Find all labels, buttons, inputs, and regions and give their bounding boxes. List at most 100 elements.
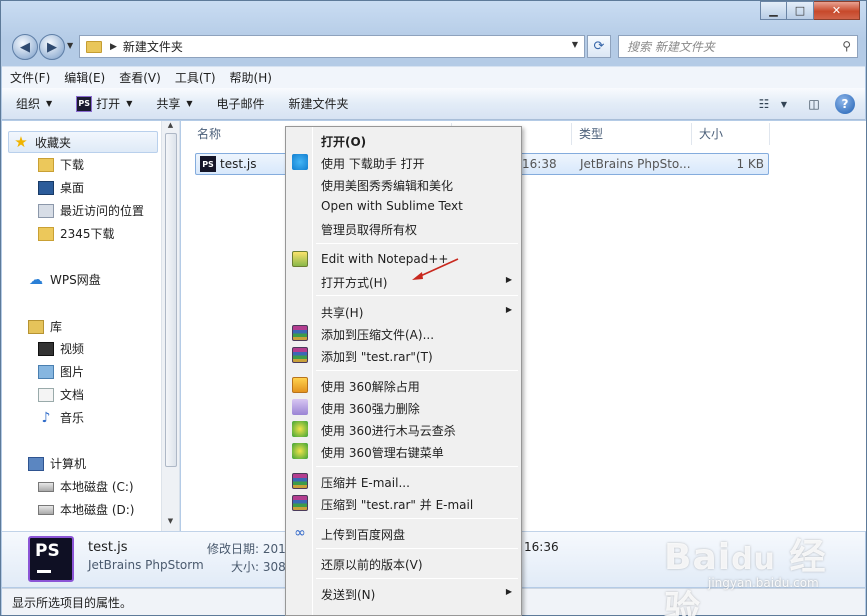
address-dropdown-icon[interactable]: ▼ xyxy=(572,40,578,49)
nav-pictures[interactable]: 图片 xyxy=(38,363,84,380)
breadcrumb-folder[interactable]: 新建文件夹 xyxy=(123,38,183,55)
menu-item-restore-versions[interactable]: 还原以前的版本(V) xyxy=(288,552,520,574)
drive-icon xyxy=(38,481,54,492)
menu-item-label: 添加到压缩文件(A)... xyxy=(321,328,435,342)
minimize-button[interactable]: ▁ xyxy=(760,1,787,20)
new-folder-button[interactable]: 新建文件夹 xyxy=(289,95,349,112)
nav-label: 下载 xyxy=(60,158,85,172)
nav-label: 最近访问的位置 xyxy=(60,204,145,218)
nav-2345-downloads[interactable]: 2345下载 xyxy=(38,225,115,242)
search-input[interactable]: 搜索 新建文件夹 ⚲ xyxy=(618,35,858,58)
menu-item-360-delete[interactable]: 使用 360强力删除 xyxy=(288,396,520,418)
details-size: 大小: 308 xyxy=(231,560,286,574)
menu-tools[interactable]: 工具(T) xyxy=(175,69,216,86)
nav-downloads[interactable]: 下载 xyxy=(38,156,84,173)
nav-favorites[interactable]: ★ 收藏夹 xyxy=(8,131,158,153)
nav-documents[interactable]: 文档 xyxy=(38,386,84,403)
winrar-icon xyxy=(292,495,308,511)
view-options-icon[interactable]: ☷ xyxy=(755,95,773,113)
menu-item-open-with[interactable]: 打开方式(H) ▶ xyxy=(288,270,520,292)
menu-item-360-unlock[interactable]: 使用 360解除占用 xyxy=(288,374,520,396)
open-button[interactable]: PS 打开 ▼ xyxy=(76,95,132,112)
360-shredder-icon xyxy=(292,399,308,415)
nav-scrollbar[interactable]: ▲ ▼ xyxy=(161,121,179,531)
preview-pane-icon[interactable]: ◫ xyxy=(805,95,823,113)
search-icon[interactable]: ⚲ xyxy=(842,39,851,53)
nav-library[interactable]: 库 xyxy=(28,318,62,335)
menu-item-baidu-upload[interactable]: ∞ 上传到百度网盘 xyxy=(288,522,520,544)
recent-pages-dropdown[interactable]: ▼ xyxy=(67,41,73,50)
menu-item-label: 还原以前的版本(V) xyxy=(321,558,423,572)
email-button[interactable]: 电子邮件 xyxy=(217,95,265,112)
menu-item-notepad[interactable]: Edit with Notepad++ xyxy=(288,248,520,270)
nav-music[interactable]: ♪ 音乐 xyxy=(38,409,84,426)
menu-item-send-to[interactable]: 发送到(N) ▶ xyxy=(288,582,520,604)
file-name: test.js xyxy=(220,157,257,171)
nav-wps-cloud[interactable]: ☁ WPS网盘 xyxy=(28,271,101,288)
menu-item-label: 使用美图秀秀编辑和美化 xyxy=(321,179,454,193)
annotation-arrow-icon xyxy=(412,258,459,280)
nav-videos[interactable]: 视频 xyxy=(38,340,84,357)
scroll-down-icon[interactable]: ▼ xyxy=(162,517,179,531)
organize-button[interactable]: 组织 ▼ xyxy=(16,95,52,112)
menu-item-label: 上传到百度网盘 xyxy=(321,528,406,542)
menu-item-label: 管理员取得所有权 xyxy=(321,223,418,237)
breadcrumb-chevron-icon[interactable]: ▶ xyxy=(110,42,117,52)
menu-item-360-scan[interactable]: 使用 360进行木马云查杀 xyxy=(288,418,520,440)
menu-item-meitu[interactable]: 使用美图秀秀编辑和美化 xyxy=(288,173,520,195)
scroll-thumb[interactable] xyxy=(165,133,177,467)
nav-label: WPS网盘 xyxy=(50,273,101,287)
phpstorm-icon: PS xyxy=(200,156,216,172)
menu-edit[interactable]: 编辑(E) xyxy=(64,69,105,86)
menu-item-share[interactable]: 共享(H) ▶ xyxy=(288,300,520,322)
share-label: 共享 xyxy=(156,97,181,111)
close-button[interactable]: ✕ xyxy=(814,1,860,20)
nav-drive-d[interactable]: 本地磁盘 (D:) xyxy=(38,501,134,518)
menu-view[interactable]: 查看(V) xyxy=(119,69,161,86)
column-header-size[interactable]: 大小 xyxy=(699,125,723,142)
360-security-icon xyxy=(292,443,308,459)
menu-item-360-menu[interactable]: 使用 360管理右键菜单 xyxy=(288,440,520,462)
menu-item-zip-email[interactable]: 压缩并 E-mail... xyxy=(288,470,520,492)
maximize-button[interactable]: □ xyxy=(787,1,814,20)
forward-button[interactable]: ▶ xyxy=(39,34,65,60)
caption-buttons: ▁ □ ✕ xyxy=(760,1,860,20)
winrar-icon xyxy=(292,473,308,489)
column-header-name[interactable]: 名称 xyxy=(197,125,221,142)
column-separator[interactable] xyxy=(571,123,572,145)
menu-item-label: Open with Sublime Text xyxy=(321,199,463,213)
column-separator[interactable] xyxy=(691,123,692,145)
menu-item-add-rar[interactable]: 添加到 "test.rar"(T) xyxy=(288,344,520,366)
menu-item-label: 使用 下载助手 打开 xyxy=(321,157,425,171)
menu-item-open-download-helper[interactable]: 使用 下载助手 打开 xyxy=(288,151,520,173)
nav-drive-c[interactable]: 本地磁盘 (C:) xyxy=(38,478,134,495)
nav-desktop[interactable]: 桌面 xyxy=(38,179,84,196)
menu-help[interactable]: 帮助(H) xyxy=(230,69,272,86)
arrow-right-icon: ▶ xyxy=(47,39,57,55)
help-icon[interactable]: ? xyxy=(835,94,855,114)
watermark-logo: Baidu 经验 xyxy=(664,537,827,616)
address-bar[interactable]: ▶ 新建文件夹 ▼ xyxy=(79,35,585,58)
menu-item-label: 使用 360解除占用 xyxy=(321,380,420,394)
command-bar: 组织 ▼ PS 打开 ▼ 共享 ▼ 电子邮件 新建文件夹 ☷ ▼ ◫ ? xyxy=(2,88,865,120)
nav-computer[interactable]: 计算机 xyxy=(28,455,86,472)
nav-label: 图片 xyxy=(60,365,85,379)
menu-file[interactable]: 文件(F) xyxy=(10,69,50,86)
view-dropdown-icon[interactable]: ▼ xyxy=(775,95,793,113)
refresh-button[interactable]: ⟳ xyxy=(587,35,611,58)
menu-item-add-archive[interactable]: 添加到压缩文件(A)... xyxy=(288,322,520,344)
menu-item-open[interactable]: 打开(O) xyxy=(288,129,520,151)
nav-recent[interactable]: 最近访问的位置 xyxy=(38,202,144,219)
share-button[interactable]: 共享 ▼ xyxy=(156,95,192,112)
column-separator[interactable] xyxy=(769,123,770,145)
menu-item-sublime[interactable]: Open with Sublime Text xyxy=(288,195,520,217)
navigation-pane: ★ 收藏夹 下载 桌面 最近访问的位置 2345下载 ☁ WPS网盘 库 视频 图片… xyxy=(2,121,180,531)
menu-item-label: 添加到 "test.rar"(T) xyxy=(321,350,433,364)
menu-item-take-ownership[interactable]: 管理员取得所有权 xyxy=(288,217,520,239)
column-header-type[interactable]: 类型 xyxy=(579,125,603,142)
organize-label: 组织 xyxy=(16,97,41,111)
menu-item-label: 使用 360强力删除 xyxy=(321,402,420,416)
back-button[interactable]: ◀ xyxy=(12,34,38,60)
recent-places-icon xyxy=(38,203,54,218)
menu-item-zip-rar-email[interactable]: 压缩到 "test.rar" 并 E-mail xyxy=(288,492,520,514)
